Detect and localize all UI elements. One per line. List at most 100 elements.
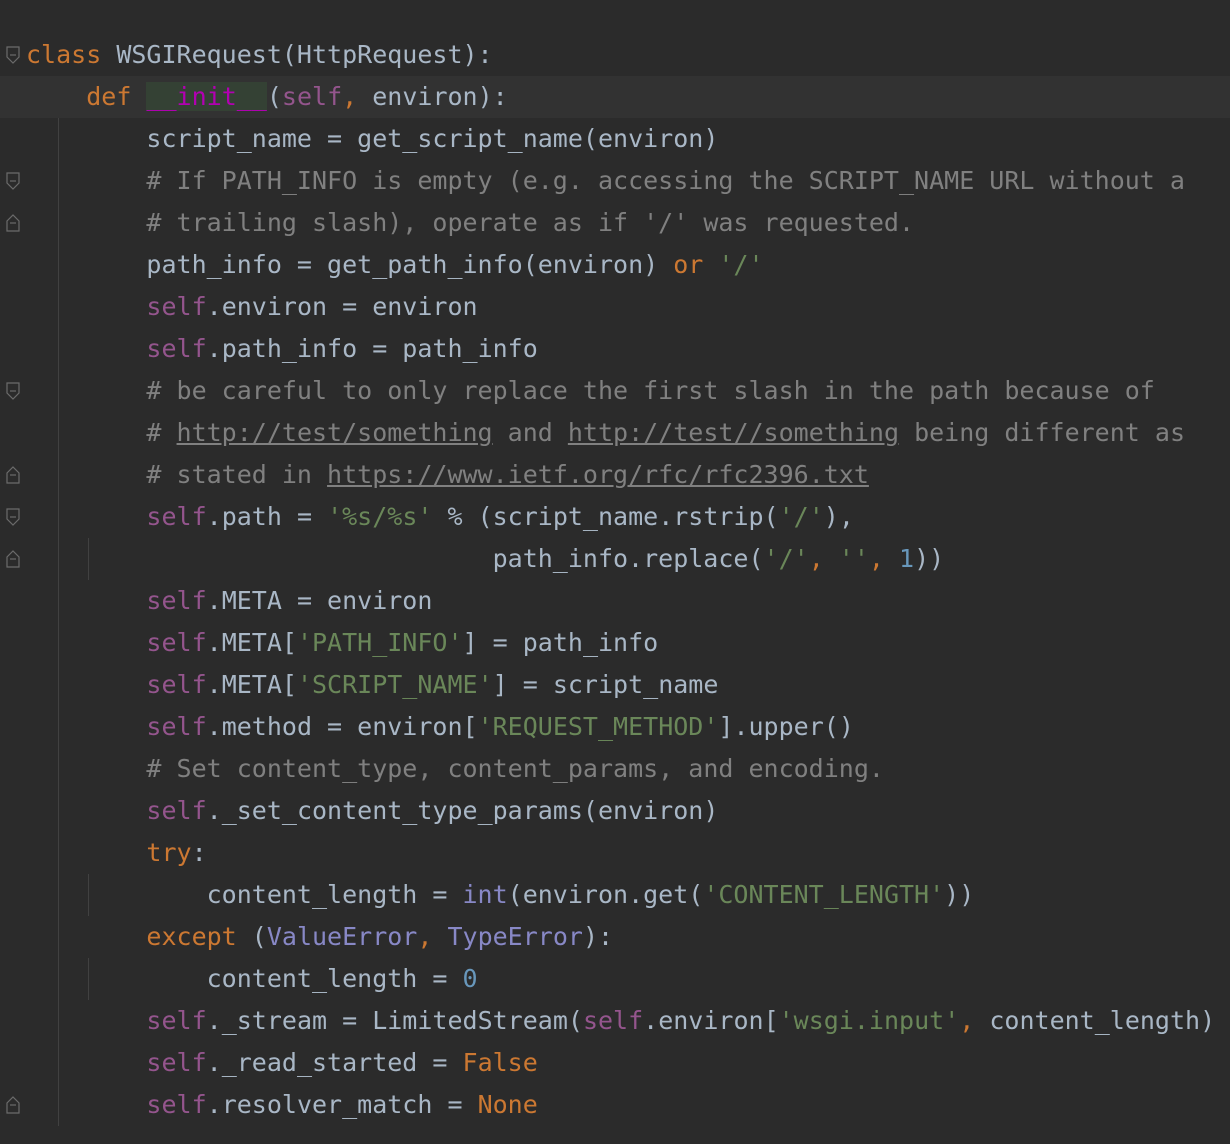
code-line[interactable]: self.environ = environ [0, 286, 1230, 328]
code-token: # trailing slash), operate as if '/' was… [146, 208, 915, 237]
code-token: 'CONTENT_LENGTH' [703, 880, 945, 909]
code-line[interactable]: # stated in https://www.ietf.org/rfc/rfc… [0, 454, 1230, 496]
code-token: None [477, 1090, 538, 1119]
code-token: self [146, 628, 207, 657]
code-line[interactable]: script_name = get_script_name(environ) [0, 118, 1230, 160]
code-token: ._read_started = [206, 1048, 463, 1077]
code-token: '%s/%s' [327, 502, 433, 531]
code-token: ._set_content_type_params(environ) [206, 796, 719, 825]
code-line[interactable]: self._read_started = False [0, 1042, 1230, 1084]
code-token: '' [838, 544, 869, 573]
code-token: )) [914, 544, 945, 573]
code-editor[interactable]: class WSGIRequest(HttpRequest): def __in… [0, 0, 1230, 1144]
code-token: # stated in [146, 460, 328, 489]
code-token: self [582, 1006, 644, 1035]
code-line[interactable]: self.path_info = path_info [0, 328, 1230, 370]
code-token: # If PATH_INFO is empty (e.g. accessing … [146, 166, 1185, 195]
code-token: , [342, 82, 358, 111]
code-token: try [146, 838, 192, 867]
code-token: content_length) [989, 1006, 1216, 1035]
code-line-text: content_length = 0 [26, 958, 478, 1000]
code-line[interactable]: self.META['PATH_INFO'] = path_info [0, 622, 1230, 664]
code-token: False [462, 1048, 538, 1077]
code-token: and [492, 418, 568, 447]
code-line[interactable]: self.method = environ['REQUEST_METHOD'].… [0, 706, 1230, 748]
code-token: script_name = get_script_name(environ) [146, 124, 719, 153]
code-token: https://www.ietf.org/rfc/rfc2396.txt [327, 460, 869, 489]
code-token: or [673, 250, 719, 279]
code-line[interactable]: content_length = int(environ.get('CONTEN… [0, 874, 1230, 916]
code-token: , [808, 544, 839, 573]
code-token: self [146, 712, 207, 741]
code-line[interactable]: try: [0, 832, 1230, 874]
code-token: ), [823, 502, 854, 531]
code-line[interactable]: # Set content_type, content_params, and … [0, 748, 1230, 790]
code-line[interactable]: self._stream = LimitedStream(self.enviro… [0, 1000, 1230, 1042]
code-token: 0 [462, 964, 478, 993]
code-line[interactable]: def __init__(self, environ): [0, 76, 1230, 118]
code-line[interactable]: except (ValueError, TypeError): [0, 916, 1230, 958]
code-line[interactable]: path_info.replace('/', '', 1)) [0, 538, 1230, 580]
code-token: ): [582, 922, 614, 951]
code-line-text: path_info.replace('/', '', 1)) [26, 538, 945, 580]
code-line-text: def __init__(self, environ): [26, 76, 508, 118]
code-token: environ): [357, 82, 508, 111]
code-line[interactable]: content_length = 0 [0, 958, 1230, 1000]
code-line[interactable]: class WSGIRequest(HttpRequest): [0, 34, 1230, 76]
code-token: self [146, 1006, 207, 1035]
code-line-text: self.META = environ [26, 580, 432, 622]
code-line-text: # If PATH_INFO is empty (e.g. accessing … [26, 160, 1185, 202]
code-token: TypeError [447, 922, 583, 951]
code-token: # Set content_type, content_params, and … [146, 754, 884, 783]
code-line-text: # Set content_type, content_params, and … [26, 748, 884, 790]
code-line[interactable]: self._set_content_type_params(environ) [0, 790, 1230, 832]
code-token: self [146, 334, 207, 363]
code-token: )) [944, 880, 975, 909]
code-token: ( [251, 922, 267, 951]
code-token: '/' [718, 250, 764, 279]
code-line-text: self.path_info = path_info [26, 328, 538, 370]
code-line[interactable]: # http://test/something and http://test/… [0, 412, 1230, 454]
code-line-text: self.method = environ['REQUEST_METHOD'].… [26, 706, 853, 748]
code-token: .META = environ [206, 586, 433, 615]
code-token: self [146, 502, 207, 531]
code-token: http://test//something [567, 418, 900, 447]
code-token: self [146, 1048, 207, 1077]
code-line[interactable]: # trailing slash), operate as if '/' was… [0, 202, 1230, 244]
code-line[interactable]: self.META = environ [0, 580, 1230, 622]
code-line-text: # be careful to only replace the first s… [26, 370, 1154, 412]
code-line-text: # http://test/something and http://test/… [26, 412, 1185, 454]
code-line[interactable]: self.META['SCRIPT_NAME'] = script_name [0, 664, 1230, 706]
code-line-text: content_length = int(environ.get('CONTEN… [26, 874, 975, 916]
code-token: class [26, 40, 102, 69]
code-token: ValueError [266, 922, 418, 951]
code-line[interactable]: self.resolver_match = None [0, 1084, 1230, 1126]
code-token: , [868, 544, 900, 573]
code-line[interactable]: # If PATH_INFO is empty (e.g. accessing … [0, 160, 1230, 202]
code-token: .path_info = path_info [206, 334, 538, 363]
code-line-text: class WSGIRequest(HttpRequest): [26, 34, 493, 76]
code-line[interactable]: self.path = '%s/%s' % (script_name.rstri… [0, 496, 1230, 538]
code-token: ( [266, 82, 282, 111]
code-token: (environ.get( [507, 880, 704, 909]
code-token: http://test/something [176, 418, 493, 447]
code-line[interactable]: path_info = get_path_info(environ) or '/… [0, 244, 1230, 286]
code-line[interactable]: # be careful to only replace the first s… [0, 370, 1230, 412]
code-token: , [959, 1006, 990, 1035]
code-token: int [462, 880, 508, 909]
code-token: self [146, 586, 207, 615]
code-token: 'REQUEST_METHOD' [477, 712, 719, 741]
